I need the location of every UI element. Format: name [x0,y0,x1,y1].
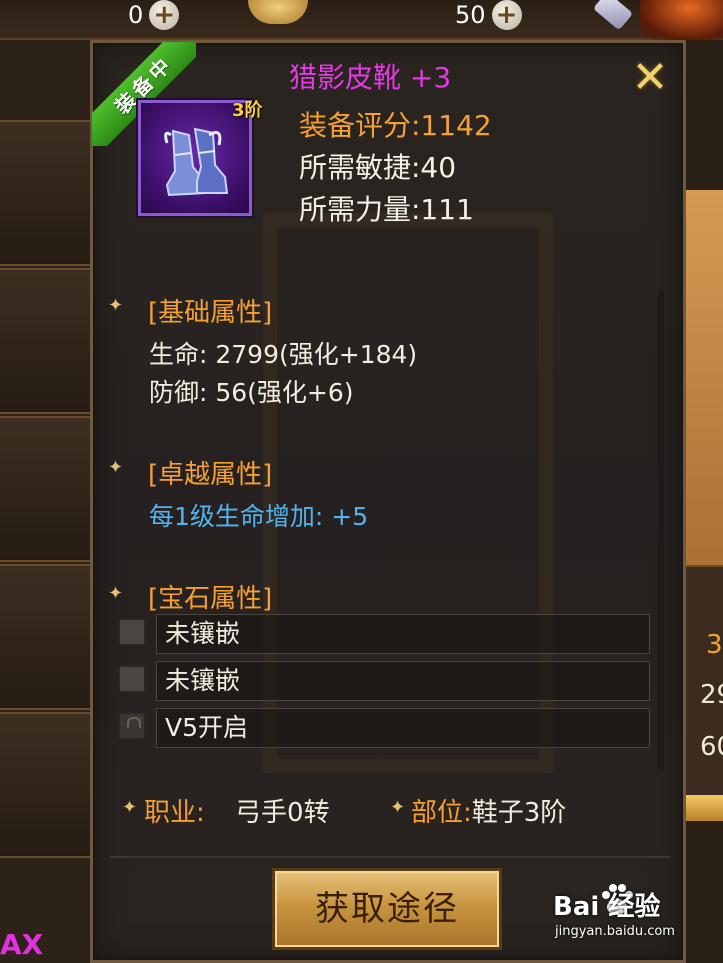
diamond-bullet-icon: ✦ [108,295,124,316]
watermark-url: jingyan.baidu.com [555,924,675,939]
required-agility: 所需敏捷:40 [299,151,457,184]
currency-1-value: 0 [128,1,144,29]
gem-slot-checkbox[interactable] [118,665,146,693]
divider [110,856,670,858]
crystal-icon [592,0,634,31]
slot-label: 部位: [411,798,472,828]
diamond-bullet-icon: ✦ [122,797,138,818]
scrollbar[interactable] [658,290,664,770]
currency-1: 0 + [128,0,180,30]
top-resource-bar: 0 + 50 + [0,0,723,40]
gem-slot-checkbox[interactable] [118,618,146,646]
background-right-column [683,40,723,963]
background-left-column [0,40,92,963]
watermark-main: Bai 经验 [553,892,661,922]
currency-2: 50 + [455,0,522,30]
slot-value: 鞋子3阶 [471,798,567,828]
gold-pouch-icon [248,0,308,24]
tier-badge: 3阶 [232,100,263,121]
gem-slot-2[interactable]: 未镶嵌 [118,661,650,701]
gem-slot-1[interactable]: 未镶嵌 [118,614,650,654]
attr-hp: 生命: 2799(强化+184) [149,340,418,369]
boots-item-icon [164,127,229,197]
class-info: 职业: 弓手0转 [144,792,330,829]
required-strength: 所需力量:111 [299,193,474,226]
diamond-bullet-icon: ✦ [108,583,124,604]
close-icon[interactable]: ✕ [628,56,672,100]
currency-2-value: 50 [455,1,486,29]
section-title-gem: [宝石属性] [148,584,273,614]
gem-slot-text: 未镶嵌 [156,661,650,701]
background-slot [0,416,92,562]
baidu-watermark: Bai 经验 jingyan.baidu.com [553,880,713,950]
lock-icon [118,712,146,740]
background-slot [0,712,92,858]
gem-slot-text: V5开启 [156,708,650,748]
background-slot [0,120,92,266]
class-value: 弓手0转 [235,798,330,828]
attr-excellent: 每1级生命增加: +5 [149,502,369,531]
background-right-text: 29 [700,680,723,710]
diamond-bullet-icon: ✦ [108,457,124,478]
section-title-basic: [基础属性] [148,298,273,328]
background-right-text: 3 [706,630,723,660]
background-slot [0,268,92,414]
item-requirements: 装备评分:1142 所需敏捷:40 所需力量:111 [299,110,492,236]
equipment-score: 装备评分:1142 [299,109,492,142]
background-slot [0,564,92,710]
plus-icon[interactable]: + [491,0,522,30]
plus-icon[interactable]: + [149,0,180,30]
item-name: 猎影皮靴 +3 [289,61,452,94]
background-right-text: 60 [700,732,723,762]
fire-glow-decoration [640,0,723,40]
background-left-text: AX [0,928,44,961]
slot-info: 部位:鞋子3阶 [411,792,566,829]
gem-slot-text: 未镶嵌 [156,614,650,654]
background-right-panel [683,190,723,610]
background-gold-bar [683,795,723,821]
class-label: 职业: [144,798,205,828]
section-title-excellent: [卓越属性] [148,460,273,490]
diamond-bullet-icon: ✦ [390,797,406,818]
obtain-source-button[interactable]: 获取途径 [272,868,502,950]
attr-defense: 防御: 56(强化+6) [149,378,354,407]
gem-slot-3[interactable]: V5开启 [118,708,650,748]
